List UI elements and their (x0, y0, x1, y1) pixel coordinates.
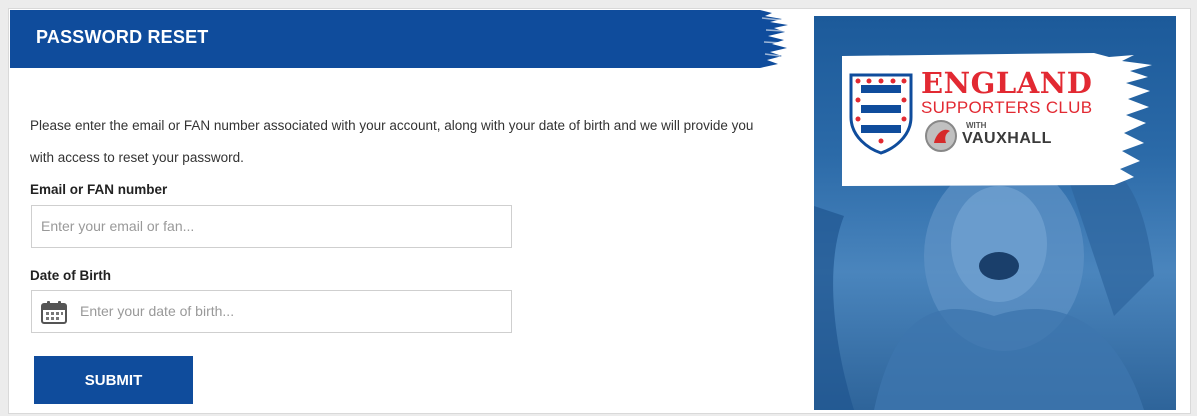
email-field[interactable]: Enter your email or fan... (31, 205, 512, 248)
brand-subtitle: SUPPORTERS CLUB (921, 98, 1093, 117)
brush-edge-decoration (710, 10, 788, 68)
calendar-icon[interactable] (41, 300, 67, 324)
vauxhall-griffin-icon (925, 120, 957, 152)
brand-title: ENGLAND (921, 66, 1093, 100)
sponsor-name: VAUXHALL (962, 130, 1052, 147)
page-title: PASSWORD RESET (36, 27, 209, 47)
intro-text: Please enter the email or FAN number ass… (30, 118, 754, 165)
email-label: Email or FAN number (30, 182, 168, 197)
dob-field[interactable]: Enter your date of birth... (31, 290, 512, 333)
form-header: PASSWORD RESET (10, 10, 788, 68)
submit-button[interactable]: SUBMIT (34, 356, 193, 404)
promo-panel: ENGLAND SUPPORTERS CLUB WITH VAUXHALL (814, 16, 1176, 410)
three-lions-crest-icon (849, 73, 913, 155)
with-label: WITH (966, 121, 987, 130)
dob-placeholder: Enter your date of birth... (80, 303, 235, 319)
dob-label: Date of Birth (30, 268, 111, 283)
